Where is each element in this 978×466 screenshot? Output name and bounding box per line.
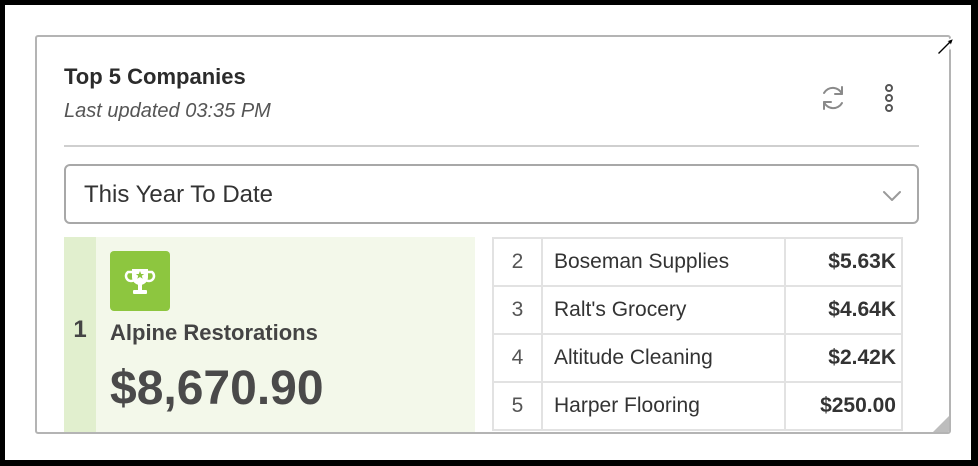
last-updated-text: Last updated 03:35 PM (64, 100, 271, 122)
rank-cell: 2 (492, 237, 543, 287)
chevron-down-icon (883, 191, 901, 201)
rank-cell: 5 (492, 381, 543, 431)
table-row: 2 Boseman Supplies $5.63K (492, 237, 903, 287)
table-row: 3 Ralt's Grocery $4.64K (492, 285, 903, 335)
more-options-button[interactable] (877, 80, 901, 116)
amount-cell: $4.64K (784, 285, 903, 335)
company-name-cell: Ralt's Grocery (541, 285, 786, 335)
ranking-table: 2 Boseman Supplies $5.63K 3 Ralt's Groce… (492, 237, 903, 431)
refresh-icon (823, 86, 843, 110)
company-name-cell: Boseman Supplies (541, 237, 786, 287)
top-company-card: 1 Alpine Restorations $8,670.90 (64, 237, 475, 432)
company-name-cell: Harper Flooring (541, 381, 786, 431)
amount-cell: $2.42K (784, 333, 903, 383)
rank-cell: 3 (492, 285, 543, 335)
more-vertical-icon (885, 84, 893, 112)
table-row: 4 Altitude Cleaning $2.42K (492, 333, 903, 383)
widget-title: Top 5 Companies (64, 64, 246, 89)
resize-handle[interactable] (933, 416, 949, 432)
expand-arrow-icon[interactable] (930, 33, 958, 61)
company-name-cell: Altitude Cleaning (541, 333, 786, 383)
trophy-icon (124, 269, 156, 294)
table-row: 5 Harper Flooring $250.00 (492, 381, 903, 431)
top-company-name: Alpine Restorations (110, 320, 318, 345)
top-company-rank: 1 (73, 316, 87, 343)
top-companies-widget: Top 5 Companies Last updated 03:35 PM Th… (35, 35, 951, 434)
amount-cell: $250.00 (784, 381, 903, 431)
trophy-badge (110, 251, 170, 311)
date-range-dropdown[interactable]: This Year To Date (64, 164, 919, 224)
top-company-amount: $8,670.90 (110, 362, 324, 415)
rank-cell: 4 (492, 333, 543, 383)
refresh-button[interactable] (815, 80, 851, 116)
date-range-value: This Year To Date (84, 181, 274, 208)
page-canvas: Top 5 Companies Last updated 03:35 PM Th… (5, 5, 971, 460)
amount-cell: $5.63K (784, 237, 903, 287)
header-divider (64, 145, 919, 147)
